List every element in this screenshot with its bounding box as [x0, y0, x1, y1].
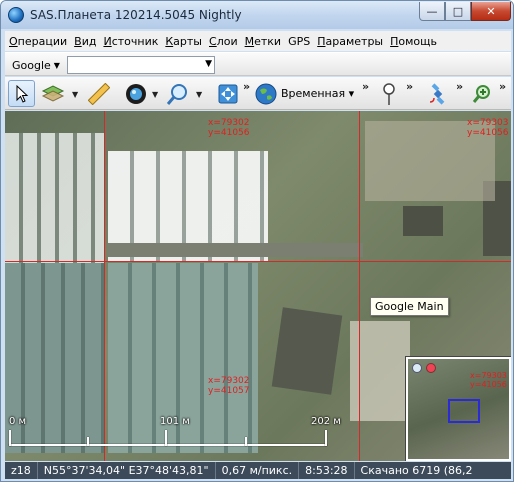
tile-label: x=79302 y=41057 — [208, 376, 250, 396]
menu-marks[interactable]: Метки — [245, 35, 281, 48]
tile-label: x=79303 y=41056 — [470, 371, 507, 389]
pointer-icon — [16, 84, 28, 103]
search-source-label: Google — [12, 58, 51, 72]
map-building — [271, 307, 343, 395]
scale-label-start: 0 м — [9, 416, 27, 427]
tile-grid-line — [359, 111, 360, 461]
fullscreen-button[interactable] — [213, 80, 243, 107]
gps-satellite-icon — [429, 82, 445, 105]
zoom-dropdown-icon[interactable]: ▼ — [196, 90, 202, 99]
minimize-icon: — — [426, 4, 438, 18]
close-button[interactable]: ✕ — [471, 2, 511, 21]
tile-label: x=79302 y=41056 — [208, 118, 250, 138]
menu-bar: Операции Вид Источник Карты Слои Метки G… — [5, 31, 511, 51]
status-coordinates: N55°37'34,04" E37°48'43,81" — [38, 462, 216, 479]
scale-tick — [9, 430, 11, 446]
tile-grid-line — [5, 261, 511, 262]
minimize-button[interactable]: — — [419, 2, 445, 21]
map-road — [108, 243, 363, 257]
toolbar-overflow-icon[interactable]: » — [362, 80, 369, 93]
dropdown-arrow-icon: ▼ — [53, 60, 60, 70]
status-zoom: z18 — [5, 462, 38, 479]
minimap-zoom-out-icon[interactable] — [412, 363, 422, 373]
zoom-tool-button[interactable] — [163, 80, 193, 107]
main-toolbar: ▼ ▼ ▼ » Временная ▾ » » » » — [5, 77, 511, 110]
menu-gps[interactable]: GPS — [288, 35, 310, 48]
map-greenhouse-roofs — [5, 133, 104, 263]
zoom-icon — [166, 83, 187, 105]
zoom-plus-icon — [472, 84, 490, 103]
search-toolbar: Google ▼ ▼ — [5, 52, 511, 76]
status-downloaded: Скачано 6719 (86,2 — [360, 464, 473, 477]
toolbar-overflow-icon[interactable]: » — [499, 80, 506, 93]
map-layers-icon — [41, 84, 65, 102]
menu-settings[interactable]: Параметры — [317, 35, 383, 48]
zoom-in-button[interactable] — [468, 80, 496, 107]
menu-help[interactable]: Помощь — [390, 35, 437, 48]
earth-layer-button[interactable] — [252, 80, 280, 107]
close-icon: ✕ — [486, 4, 496, 18]
scale-label-mid: 101 м — [160, 416, 190, 427]
map-view[interactable]: x=79302 y=41056 x=79303 y=41056 x=79302 y=4… — [5, 111, 511, 461]
placemark-icon — [383, 82, 395, 105]
menu-view[interactable]: Вид — [74, 35, 96, 48]
scale-label-end: 202 м — [311, 416, 341, 427]
toolbar-overflow-icon[interactable]: » — [243, 80, 250, 93]
menu-layers[interactable]: Слои — [209, 35, 238, 48]
minimap[interactable]: x=79303 y=41056 — [405, 356, 511, 461]
status-bar: z18 N55°37'34,04" E37°48'43,81" 0,67 м/п… — [5, 462, 511, 479]
search-history-dropdown-icon[interactable]: ▼ — [205, 59, 212, 69]
scale-tick — [165, 430, 167, 446]
toolbar-overflow-icon[interactable]: » — [406, 80, 413, 93]
tile-label: x=79303 y=41056 — [467, 118, 509, 138]
scale-tick — [325, 430, 327, 446]
map-tooltip: Google Main — [370, 297, 449, 316]
title-bar[interactable]: SAS.Планета 120214.5045 Nightly — □ ✕ — [1, 1, 513, 29]
search-input[interactable]: ▼ — [67, 56, 215, 74]
window-title: SAS.Планета 120214.5045 Nightly — [30, 8, 242, 22]
scale-line — [9, 444, 327, 446]
add-placemark-button[interactable] — [375, 80, 403, 107]
globe-icon — [126, 83, 146, 104]
layers-dropdown-icon[interactable]: ▼ — [72, 90, 78, 99]
minimap-zoom-in-icon[interactable] — [426, 363, 436, 373]
minimap-viewport-frame[interactable] — [448, 399, 480, 423]
status-time: 8:53:28 — [299, 462, 355, 479]
earth-icon — [255, 83, 277, 104]
app-globe-icon — [8, 7, 24, 23]
menu-maps[interactable]: Карты — [165, 35, 202, 48]
map-layers-button[interactable] — [38, 80, 68, 107]
layer-select-label[interactable]: Временная ▾ — [281, 87, 354, 100]
maximize-button[interactable]: □ — [445, 2, 471, 21]
maximize-icon: □ — [452, 4, 464, 18]
menu-source[interactable]: Источник — [103, 35, 158, 48]
globe-dropdown-icon[interactable]: ▼ — [152, 90, 158, 99]
fullscreen-icon — [218, 84, 238, 103]
tile-grid-line — [104, 111, 105, 461]
app-window: SAS.Планета 120214.5045 Nightly — □ ✕ Оп… — [0, 0, 514, 482]
map-building — [403, 206, 443, 236]
globe-button[interactable] — [121, 80, 151, 107]
status-resolution: 0,67 м/пикс. — [216, 462, 300, 479]
pointer-tool-button[interactable] — [8, 80, 35, 107]
scale-bar: 0 м 101 м 202 м — [5, 416, 341, 456]
ruler-icon — [88, 82, 110, 105]
gps-button[interactable] — [423, 80, 453, 107]
ruler-button[interactable] — [85, 80, 113, 107]
menu-operations[interactable]: Операции — [9, 35, 67, 48]
scale-tick — [245, 437, 247, 446]
search-source-select[interactable]: Google ▼ — [9, 56, 65, 74]
scale-tick — [87, 437, 89, 446]
toolbar-overflow-icon[interactable]: » — [456, 80, 463, 93]
